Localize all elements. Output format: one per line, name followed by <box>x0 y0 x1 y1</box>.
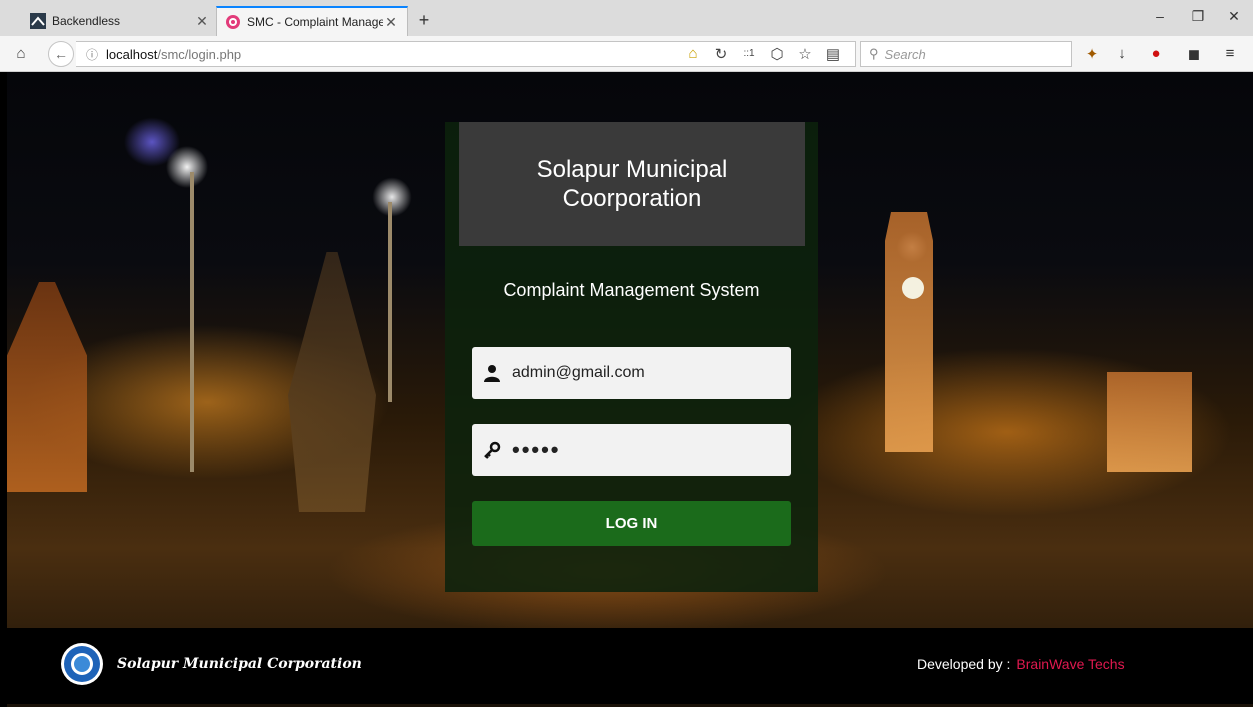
bookmark-star-icon[interactable]: ☆ <box>794 45 816 65</box>
tab-label: Backendless <box>52 14 121 28</box>
lamp-post <box>190 172 194 472</box>
back-button[interactable]: ← <box>48 41 74 67</box>
password-field[interactable]: ••••• <box>472 424 791 476</box>
menu-icon[interactable]: ≡ <box>1220 45 1240 62</box>
temple-silhouette <box>288 252 376 512</box>
close-tab-icon[interactable]: ✕ <box>194 13 210 30</box>
page-title: Solapur Municipal Coorporation <box>459 122 805 246</box>
developed-by-label: Developed by : <box>917 656 1011 672</box>
zoom-badge[interactable]: ::1 <box>738 48 760 68</box>
email-field[interactable]: admin@gmail.com <box>472 347 791 399</box>
login-panel: Solapur Municipal Coorporation Complaint… <box>445 122 818 592</box>
browser-tab-bar: Backendless ✕ SMC - Complaint Manage... … <box>0 0 1253 36</box>
close-window-icon[interactable]: ✕ <box>1224 8 1244 25</box>
login-button[interactable]: LOG IN <box>472 501 791 546</box>
reading-list-icon[interactable]: ▤ <box>822 45 844 65</box>
backendless-icon <box>30 13 46 29</box>
pocket-icon[interactable]: ⬡ <box>766 45 788 65</box>
tab-label: SMC - Complaint Manage... <box>247 15 383 29</box>
save-to-pocket-icon[interactable]: ◼ <box>1184 45 1204 63</box>
browser-nav-bar: ⌂ ← ⓘ localhost/smc/login.php ⌂ ↻ ::1 ⬡ … <box>0 36 1253 72</box>
close-tab-icon[interactable]: ✕ <box>383 14 399 31</box>
lamp-post <box>388 202 392 402</box>
system-subtitle: Complaint Management System <box>503 280 760 300</box>
new-tab-button[interactable]: + <box>414 10 434 31</box>
org-name: Solapur Municipal Corporation <box>117 656 362 672</box>
developer-name[interactable]: BrainWave Techs <box>1016 656 1124 672</box>
download-icon[interactable]: ↓ <box>1112 45 1132 62</box>
key-icon <box>472 440 512 460</box>
restore-icon[interactable]: ❐ <box>1188 8 1208 25</box>
user-icon <box>472 364 512 382</box>
developer-credit: Developed by : BrainWave Techs <box>917 656 1125 672</box>
tab-backendless[interactable]: Backendless ✕ <box>22 6 218 36</box>
password-value: ••••• <box>512 437 561 462</box>
pavilion <box>1107 372 1192 472</box>
smc-favicon-icon <box>225 14 241 30</box>
home-page-icon[interactable]: ⌂ <box>682 45 704 65</box>
login-page: Solapur Municipal Coorporation Complaint… <box>7 72 1253 707</box>
minimize-icon[interactable]: – <box>1150 8 1170 24</box>
home-icon[interactable]: ⌂ <box>10 45 32 65</box>
footer: Solapur Municipal Corporation Developed … <box>7 628 1253 704</box>
url-path: /smc/login.php <box>157 46 242 62</box>
email-value: admin@gmail.com <box>512 364 645 381</box>
clock-tower <box>885 212 933 452</box>
back-arrow-icon: ← <box>54 46 68 62</box>
adblock-icon[interactable]: ● <box>1146 45 1166 62</box>
temple-silhouette <box>7 282 87 492</box>
clock-face-icon <box>902 277 924 299</box>
url-host: localhost <box>106 46 158 62</box>
tab-smc[interactable]: SMC - Complaint Manage... ✕ <box>216 6 408 36</box>
info-icon[interactable]: ⓘ <box>86 46 98 63</box>
reload-icon[interactable]: ↻ <box>710 45 732 65</box>
search-placeholder: Search <box>884 46 926 62</box>
search-input[interactable]: ⚲ Search <box>860 41 1072 67</box>
extension-icon[interactable]: ✦ <box>1082 45 1102 63</box>
search-icon: ⚲ <box>869 46 879 61</box>
smc-logo-icon <box>60 642 104 686</box>
